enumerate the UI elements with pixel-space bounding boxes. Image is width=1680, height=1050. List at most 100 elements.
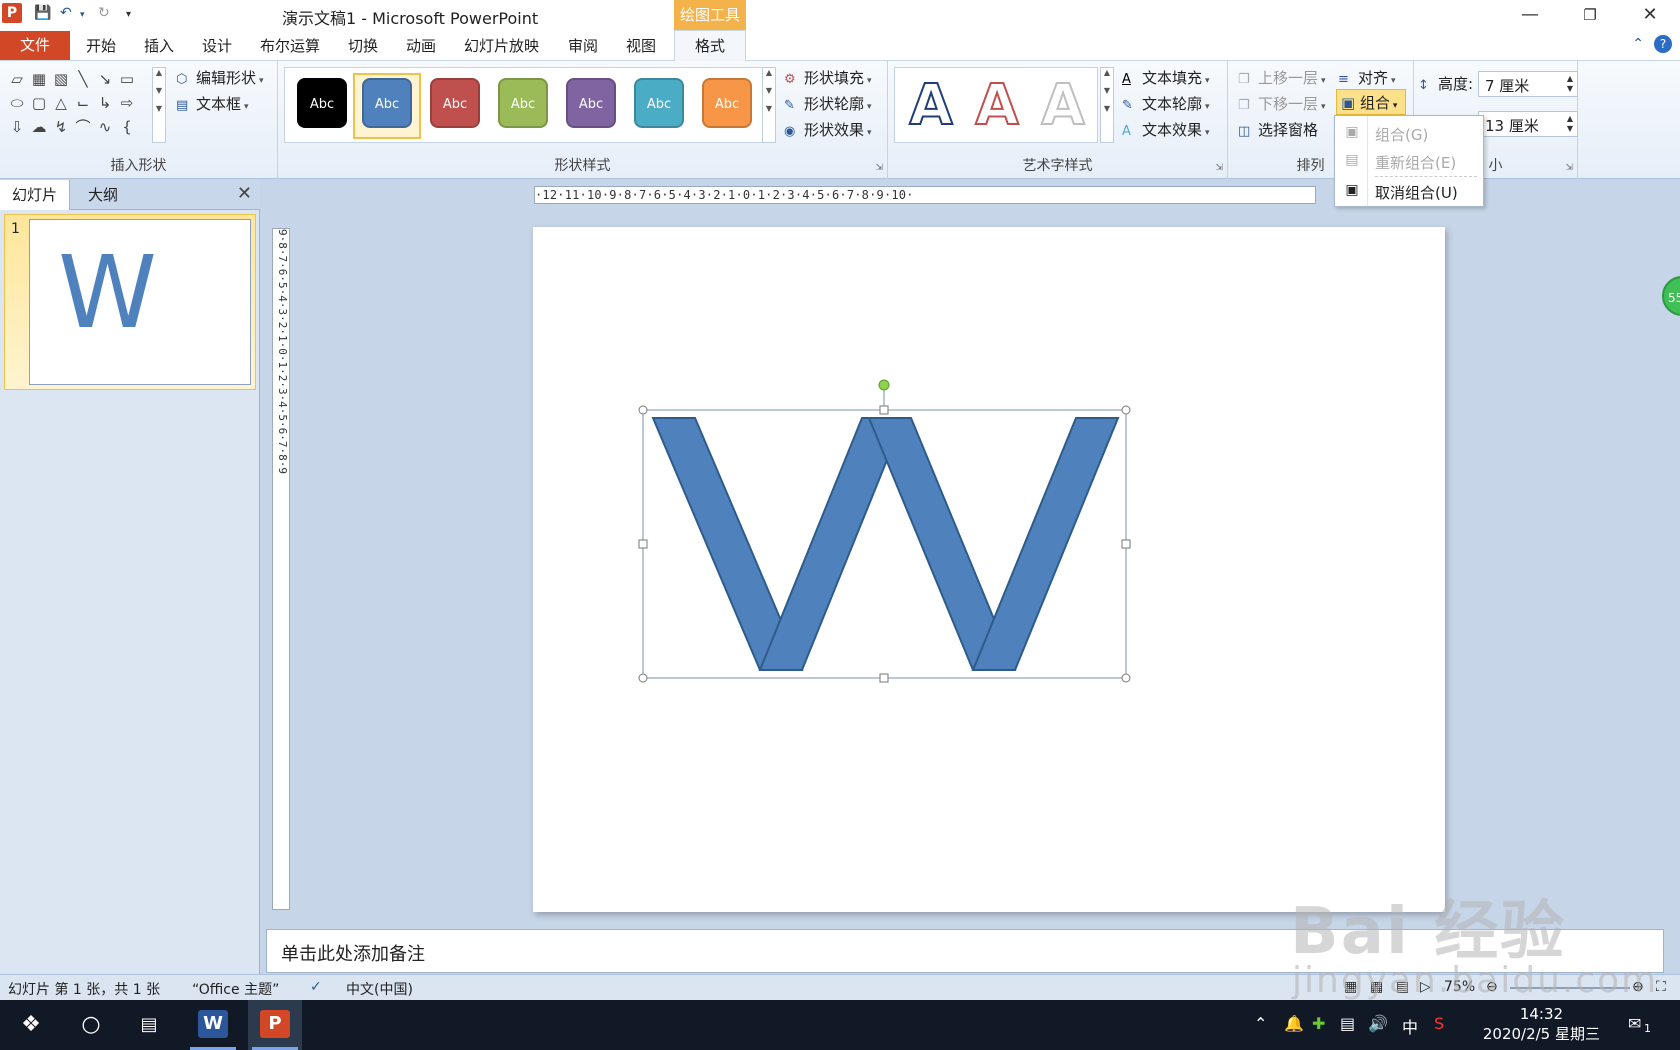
tray-app-icon[interactable]: ✚ [1312,1014,1325,1033]
style-swatch-red[interactable]: Abc [430,78,480,128]
size-dialog-launcher-icon[interactable]: ⇲ [1565,163,1573,173]
tab-boolean[interactable]: 布尔运算 [260,35,320,56]
tab-slideshow[interactable]: 幻灯片放映 [464,35,539,56]
width-input[interactable]: 13 厘米 ▲ ▼ [1478,111,1578,137]
style-swatch-aqua[interactable]: Abc [634,78,684,128]
language-indicator[interactable]: 中文(中国) [346,979,413,999]
spellcheck-icon[interactable]: ✓ [310,979,322,995]
system-clock[interactable]: 14:32 2020/2/5 星期三 [1483,1004,1600,1044]
task-view-icon[interactable]: ▤ [122,1000,176,1050]
style-swatch-blue[interactable]: Abc [362,78,412,128]
text-box-button[interactable]: ▤ 文本框 ▾ [176,93,249,114]
width-spinner-icon[interactable]: ▲ ▼ [1567,114,1573,134]
ime-indicator[interactable]: 中 [1402,1014,1418,1038]
style-swatch-purple[interactable]: Abc [566,78,616,128]
ungroup-menu-item[interactable]: 取消组合(U) [1375,182,1458,203]
minimize-ribbon-icon[interactable]: ⌃ [1632,36,1644,52]
table-textbox-shape-icon[interactable]: ▧ [50,67,72,91]
resize-handle-bottom-right[interactable] [1121,673,1131,683]
right-arrow-shape-icon[interactable]: ⇨ [116,91,138,115]
cloud-shape-icon[interactable]: ☁ [28,115,50,139]
customize-qat-icon[interactable]: ▾ [126,9,131,20]
selection-pane-button[interactable]: ◫ 选择窗格 [1238,119,1318,140]
word-taskbar-button[interactable]: W [186,1000,240,1050]
style-swatch-green[interactable]: Abc [498,78,548,128]
theme-name[interactable]: “Office 主题” [192,979,279,999]
line-shape-icon[interactable]: ╲ [72,67,94,91]
style-swatch-black[interactable]: Abc [297,78,347,128]
tab-animations[interactable]: 动画 [406,35,436,56]
tab-format[interactable]: 格式 [674,30,746,62]
wordart-gallery-scroll[interactable]: ▲ ▼ ▼ [1100,67,1114,143]
resize-handle-top-left[interactable] [638,405,648,415]
text-effects-button[interactable]: A 文本效果 ▾ [1122,119,1210,140]
tab-home[interactable]: 开始 [86,35,116,56]
shape-gallery-scroll[interactable]: ▲ ▼ ▼ [152,67,166,143]
wordart-style-blue-outline[interactable]: A [901,73,961,139]
tab-outline[interactable]: 大纲 [76,180,130,210]
image-textbox-shape-icon[interactable]: ▦ [28,67,50,91]
tab-file[interactable]: 文件 [0,31,70,60]
curve-shape-icon[interactable]: ∿ [94,115,116,139]
slide-thumbnail[interactable]: W [29,219,251,385]
tab-slides[interactable]: 幻灯片 [0,180,71,210]
arrow-line-shape-icon[interactable]: ↘ [94,67,116,91]
resize-handle-left[interactable] [638,539,648,549]
tray-expand-icon[interactable]: ⌃ [1254,1014,1267,1033]
action-center-icon[interactable]: ✉ [1628,1014,1641,1033]
triangle-shape-icon[interactable]: △ [50,91,72,115]
down-arrow-shape-icon[interactable]: ⇩ [6,115,28,139]
elbow-connector-shape-icon[interactable]: ⌙ [72,91,94,115]
resize-handle-top[interactable] [879,405,889,415]
elbow-arrow-shape-icon[interactable]: ↳ [94,91,116,115]
shape-effects-button[interactable]: ◉ 形状效果 ▾ [784,119,872,140]
oval-shape-icon[interactable]: ⬭ [6,91,28,115]
restore-icon[interactable]: ❐ [1565,0,1615,30]
arc-shape-icon[interactable]: ⌒ [72,115,94,139]
powerpoint-taskbar-button[interactable]: P [248,1000,302,1050]
rectangle-shape-icon[interactable]: ▭ [116,67,138,91]
shape-styles-dialog-launcher-icon[interactable]: ⇲ [875,163,883,173]
tab-review[interactable]: 审阅 [568,35,598,56]
rotation-handle[interactable] [878,379,890,391]
align-button[interactable]: ≡ 对齐 ▾ [1338,67,1396,88]
height-spinner-icon[interactable]: ▲ ▼ [1567,74,1573,94]
tab-view[interactable]: 视图 [626,35,656,56]
text-fill-button[interactable]: A 文本填充 ▾ [1122,67,1210,88]
volume-icon[interactable]: 🔊 [1368,1014,1388,1033]
tab-transitions[interactable]: 切换 [348,35,378,56]
powerpoint-app-icon[interactable]: P [2,3,22,23]
sogou-input-icon[interactable]: S [1434,1014,1444,1033]
parallelogram-shape-icon[interactable]: ▱ [6,67,28,91]
close-pane-icon[interactable]: ✕ [237,183,252,204]
resize-handle-right[interactable] [1121,539,1131,549]
save-icon[interactable]: 💾 [34,5,51,21]
height-input[interactable]: 7 厘米 ▲ ▼ [1478,71,1578,97]
minimize-icon[interactable]: — [1505,0,1555,30]
undo-icon[interactable]: ↶ [60,5,72,21]
wordart-style-red-outline[interactable]: A [967,73,1027,139]
notification-bell-icon[interactable]: 🔔 [1284,1014,1304,1033]
text-outline-button[interactable]: ✎ 文本轮廓 ▾ [1122,93,1210,114]
windows-start-icon[interactable]: ❖ [4,1000,58,1050]
w-shape-stroke[interactable] [971,417,1120,671]
network-icon[interactable]: ▤ [1340,1014,1355,1033]
slide-canvas[interactable] [533,227,1445,912]
resize-handle-top-right[interactable] [1121,405,1131,415]
rounded-rect-shape-icon[interactable]: ▢ [28,91,50,115]
undo-dropdown-icon[interactable]: ▾ [80,10,85,20]
style-swatch-orange[interactable]: Abc [702,78,752,128]
shape-gallery[interactable]: ▱ ▦ ▧ ╲ ↘ ▭ ⬭ ▢ △ ⌙ ↳ ⇨ ⇩ ☁ ↯ ⌒ ∿{ [6,67,156,139]
resize-handle-bottom[interactable] [879,673,889,683]
tab-insert[interactable]: 插入 [144,35,174,56]
help-icon[interactable]: ? [1654,35,1672,53]
close-icon[interactable]: ✕ [1625,0,1675,30]
floating-badge[interactable]: 55 [1662,276,1680,316]
wordart-style-gray-outline[interactable]: A [1033,73,1093,139]
lightning-shape-icon[interactable]: ↯ [50,115,72,139]
group-button[interactable]: ▣ 组合 ▾ [1336,89,1406,115]
shape-outline-button[interactable]: ✎ 形状轮廓 ▾ [784,93,872,114]
shape-fill-button[interactable]: ⚙ 形状填充 ▾ [784,67,872,88]
resize-handle-bottom-left[interactable] [638,673,648,683]
shape-styles-scroll[interactable]: ▲ ▼ ▼ [762,67,776,143]
